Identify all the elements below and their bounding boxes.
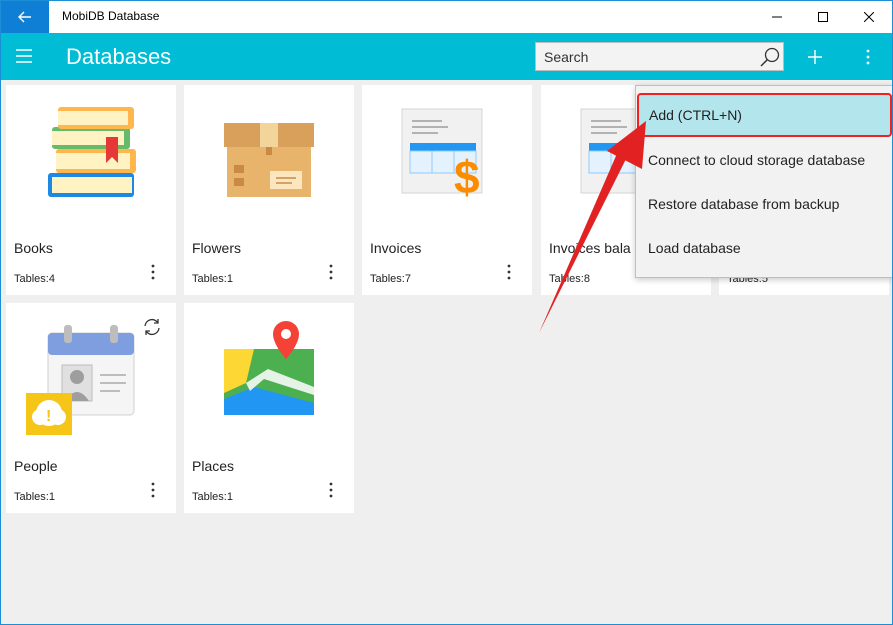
search-box [535, 42, 784, 71]
map-icon [224, 321, 314, 415]
plus-icon [808, 50, 822, 64]
more-vertical-icon[interactable] [146, 481, 160, 499]
maximize-icon [818, 12, 828, 22]
database-name: Invoices bala [549, 240, 631, 256]
more-vertical-icon [866, 49, 870, 65]
table-count: Tables:4 [14, 273, 55, 285]
minimize-icon [772, 16, 782, 18]
page-title: Databases [66, 44, 172, 69]
search-input[interactable] [536, 43, 754, 70]
database-name: Invoices [370, 240, 422, 256]
search-icon[interactable] [759, 46, 781, 68]
app-window: MobiDB Database Databases Search Books T… [0, 0, 893, 625]
minimize-button[interactable] [754, 1, 800, 33]
app-bar: Databases [1, 33, 892, 80]
more-options-button[interactable] [856, 43, 880, 71]
database-tile-places[interactable]: Places Tables:1 [184, 303, 354, 513]
close-button[interactable] [846, 1, 892, 33]
table-count: Tables:1 [192, 491, 233, 503]
table-count: Tables:1 [14, 491, 55, 503]
database-name: People [14, 458, 58, 474]
table-count: Tables:8 [549, 273, 590, 285]
more-vertical-icon[interactable] [324, 263, 338, 281]
back-arrow-icon [18, 11, 31, 23]
svg-text:$: $ [454, 151, 480, 203]
menu-item-load-database[interactable]: Load database [636, 226, 892, 270]
database-tile-flowers[interactable]: Flowers Tables:1 [184, 85, 354, 295]
box-icon [224, 123, 314, 197]
close-icon [864, 12, 874, 22]
back-button[interactable] [1, 1, 49, 33]
menu-item-connect-cloud[interactable]: Connect to cloud storage database [636, 138, 892, 182]
more-vertical-icon[interactable] [146, 263, 160, 281]
more-vertical-icon[interactable] [324, 481, 338, 499]
add-button[interactable] [801, 43, 829, 71]
title-bar: MobiDB Database [1, 1, 892, 33]
menu-item-add[interactable]: Add (CTRL+N) [637, 93, 892, 137]
books-icon [48, 107, 136, 197]
menu-item-restore-backup[interactable]: Restore database from backup [636, 182, 892, 226]
database-name: Places [192, 458, 235, 474]
window-title: MobiDB Database [62, 9, 160, 23]
database-tile-invoices[interactable]: $ Invoices Tables:7 [362, 85, 532, 295]
invoice-icon: $ [401, 108, 483, 203]
table-count: Tables:1 [192, 273, 233, 285]
database-name: Flowers [192, 240, 242, 256]
database-tile-people[interactable]: ! People Tables:1 [6, 303, 176, 513]
more-vertical-icon[interactable] [502, 263, 516, 281]
options-menu: Add (CTRL+N) Connect to cloud storage da… [635, 85, 892, 278]
svg-text:!: ! [46, 408, 51, 425]
database-name: Books [14, 240, 53, 256]
sync-icon[interactable] [141, 317, 163, 337]
maximize-button[interactable] [800, 1, 846, 33]
hamburger-menu-icon[interactable] [14, 48, 34, 64]
table-count: Tables:7 [370, 273, 411, 285]
database-tile-books[interactable]: Books Tables:4 [6, 85, 176, 295]
